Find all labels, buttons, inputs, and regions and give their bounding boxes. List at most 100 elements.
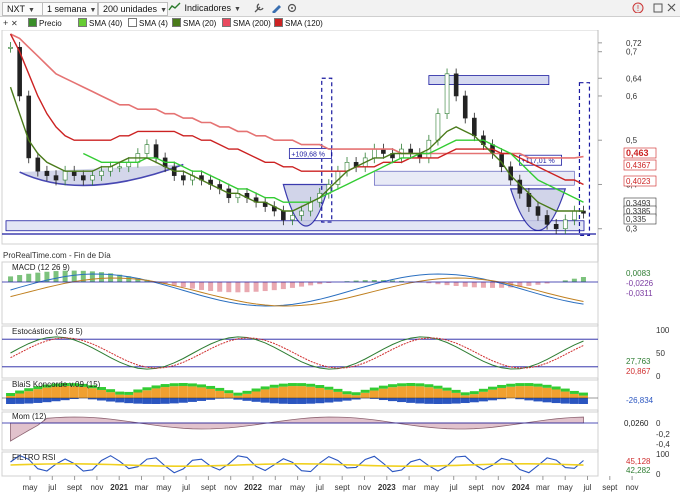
- legend-swatch: [28, 18, 37, 27]
- chevron-down-icon: ▼: [160, 7, 167, 14]
- macd-histogram-bar: [89, 271, 95, 282]
- drawing-tool-icon[interactable]: [272, 5, 281, 13]
- x-tick-label: mar: [402, 483, 416, 492]
- close-icon[interactable]: [667, 3, 676, 12]
- series-legend: + ✕ Precio SMA (40) SMA (4) SMA (20) SMA …: [0, 17, 600, 29]
- macd-histogram-bar: [444, 282, 450, 286]
- chevron-down-icon: ▼: [234, 6, 241, 13]
- alert-icon[interactable]: !: [632, 2, 644, 13]
- macd-value-label: 0,0083: [626, 269, 651, 278]
- koncorde-blue-area: [133, 398, 143, 404]
- koncorde-green-area: [269, 384, 279, 388]
- window-controls: !: [632, 2, 676, 13]
- koncorde-green-area: [515, 383, 525, 387]
- koncorde-green-area: [124, 391, 134, 395]
- koncorde-orange-area: [233, 395, 243, 398]
- macd-histogram-bar: [53, 271, 59, 282]
- koncorde-orange-area: [451, 392, 461, 398]
- legend-item-sma40[interactable]: SMA (40): [78, 18, 122, 28]
- price-candle: [572, 210, 577, 221]
- macd-histogram-bar: [244, 282, 250, 293]
- koncorde-green-area: [6, 393, 16, 396]
- koncorde-orange-area: [24, 391, 34, 398]
- macd-histogram-bar: [535, 282, 541, 285]
- koncorde-green-area: [488, 386, 498, 390]
- x-tick-label: 2024: [512, 483, 530, 492]
- price-candle: [472, 117, 477, 137]
- stochastic-panel: [1, 325, 599, 379]
- koncorde-orange-area: [387, 387, 397, 398]
- koncorde-orange-area: [378, 388, 388, 398]
- x-tick-label: may: [22, 483, 37, 492]
- units-selector[interactable]: 200 unidades ▼: [98, 2, 168, 16]
- koncorde-green-area: [187, 383, 197, 387]
- legend-swatch: [172, 18, 181, 27]
- legend-item-sma20[interactable]: SMA (20): [172, 18, 216, 28]
- price-candle: [26, 95, 32, 159]
- koncorde-orange-area: [187, 386, 197, 398]
- x-tick-label: sept: [67, 483, 83, 492]
- koncorde-green-area: [169, 383, 179, 387]
- rsi-value-label: 42,282: [626, 466, 651, 475]
- koncorde-green-area: [415, 383, 425, 387]
- x-tick-label: jul: [47, 483, 56, 492]
- stochastic-tick-label: 50: [656, 349, 665, 358]
- koncorde-orange-area: [278, 386, 288, 398]
- koncorde-orange-area: [560, 391, 570, 398]
- macd-value-label: -0,0226: [626, 279, 654, 288]
- legend-item-sma4[interactable]: SMA (4): [128, 18, 168, 28]
- price-candle: [535, 206, 541, 216]
- x-tick-label: nov: [492, 483, 505, 492]
- macd-histogram-bar: [217, 282, 223, 292]
- legend-label: SMA (4): [139, 19, 168, 28]
- macd-histogram-bar: [253, 282, 259, 292]
- koncorde-orange-area: [369, 390, 379, 398]
- period-selector[interactable]: 1 semana ▼: [42, 2, 98, 16]
- koncorde-orange-area: [433, 388, 443, 398]
- koncorde-orange-area: [360, 392, 370, 398]
- price-candle: [562, 219, 568, 230]
- koncorde-orange-area: [197, 387, 207, 398]
- source-text: ProRealTime.com - Fin de Día: [3, 251, 111, 260]
- ticker-selector[interactable]: NXT ▼: [2, 2, 44, 16]
- momentum-tick-label: -0,2: [656, 430, 670, 439]
- macd-histogram-bar: [299, 282, 305, 287]
- koncorde-orange-area: [215, 390, 225, 398]
- price-candle: [99, 170, 104, 176]
- price-candle: [371, 148, 377, 159]
- koncorde-blue-area: [569, 398, 579, 404]
- legend-label: SMA (40): [89, 19, 123, 28]
- chart-area[interactable]: +109,68 %+117,01 % ProRealTime.com - Fin…: [0, 30, 680, 502]
- settings-icon[interactable]: [287, 3, 297, 13]
- macd-histogram-bar: [17, 275, 23, 282]
- legend-item-sma120[interactable]: SMA (120): [274, 18, 323, 28]
- legend-item-sma200[interactable]: SMA (200): [222, 18, 271, 28]
- price-candle: [299, 210, 304, 216]
- koncorde-orange-area: [515, 386, 525, 398]
- y-tick-label: 0,3: [626, 225, 638, 234]
- koncorde-green-area: [533, 383, 543, 387]
- koncorde-green-area: [369, 387, 379, 391]
- koncorde-blue-area: [387, 398, 397, 402]
- legend-item-precio[interactable]: Precio: [28, 18, 62, 28]
- koncorde-blue-area: [106, 398, 116, 402]
- koncorde-green-area: [251, 388, 261, 392]
- stochastic-title: Estocástico (26 8 5): [12, 327, 83, 336]
- wrench-icon[interactable]: [254, 3, 264, 13]
- y-tick-label: 0,5: [626, 136, 638, 145]
- legend-controls[interactable]: + ✕: [2, 18, 24, 28]
- koncorde-green-area: [542, 384, 552, 388]
- x-tick-label: may: [156, 483, 171, 492]
- macd-histogram-bar: [235, 282, 241, 293]
- koncorde-blue-area: [533, 398, 543, 402]
- koncorde-blue-area: [251, 398, 261, 402]
- koncorde-orange-area: [497, 387, 507, 398]
- maximize-icon[interactable]: [653, 3, 663, 13]
- koncorde-blue-area: [24, 398, 34, 404]
- koncorde-blue-area: [478, 398, 488, 402]
- macd-title: MACD (12 26 9): [12, 263, 70, 272]
- koncorde-orange-area: [42, 387, 52, 398]
- koncorde-blue-area: [142, 398, 152, 404]
- price-candle: [144, 144, 150, 154]
- indicators-button[interactable]: Indicadores ▼: [168, 2, 241, 14]
